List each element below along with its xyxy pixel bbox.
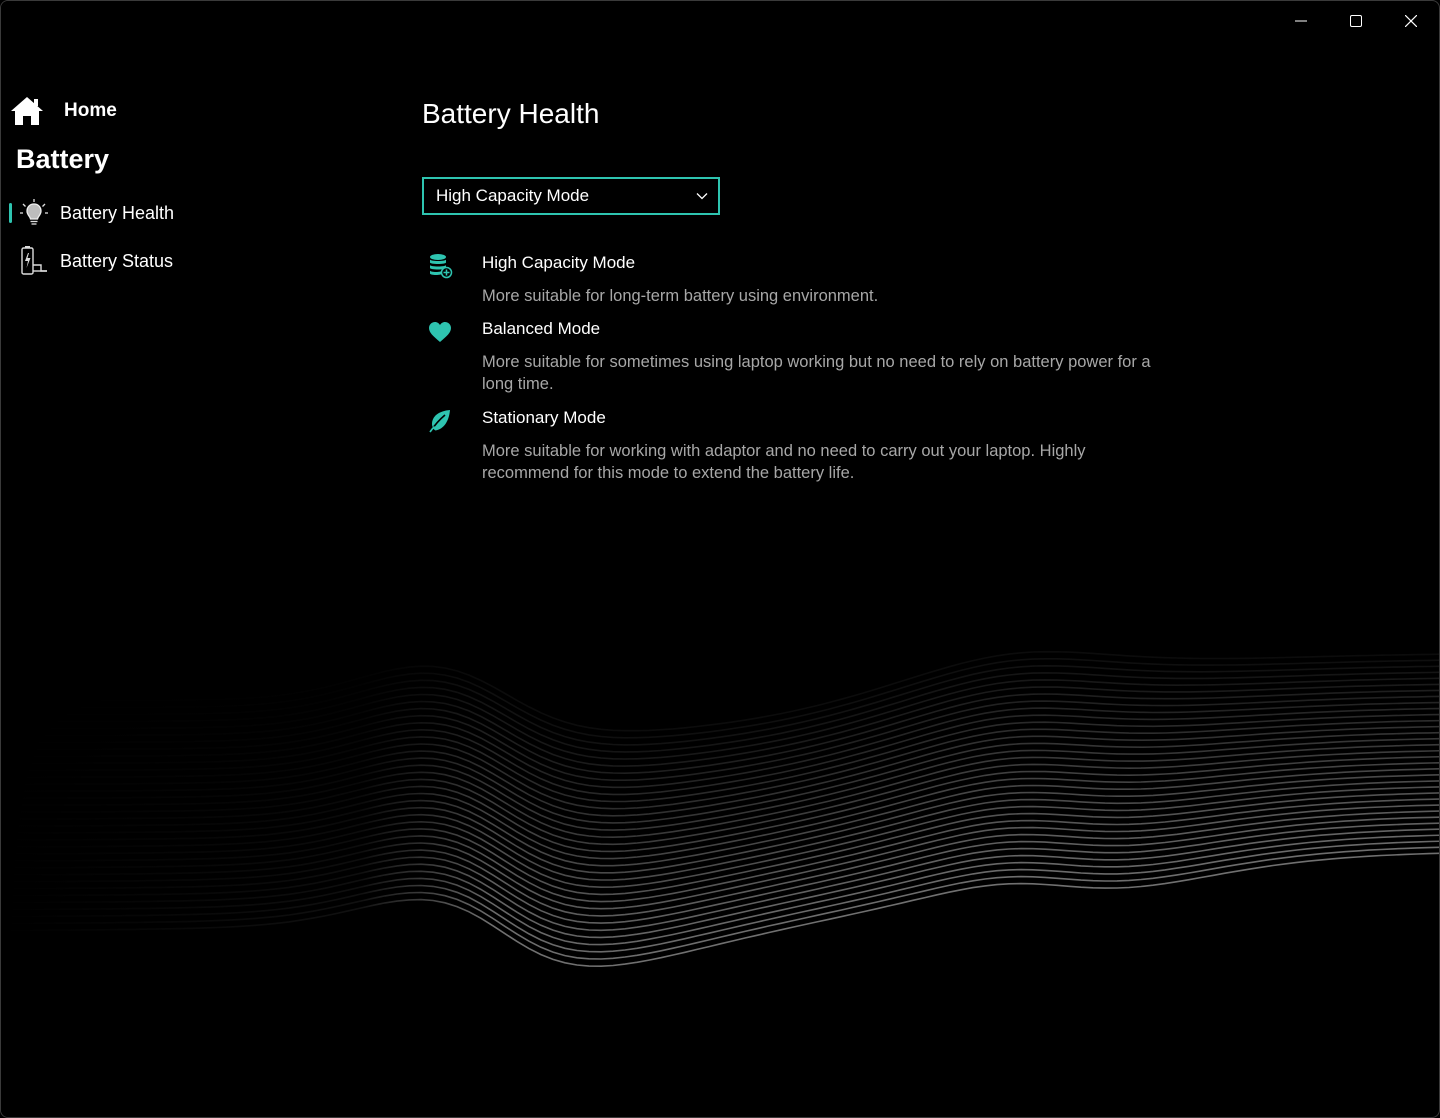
wave-line	[1, 749, 1439, 846]
wave-line	[1, 786, 1439, 889]
wave-line	[1, 768, 1439, 867]
wave-line	[1, 834, 1439, 946]
sidebar-item-label: Battery Health	[60, 202, 175, 223]
mode-description: More suitable for long-term battery usin…	[482, 287, 879, 305]
maximize-button[interactable]	[1329, 3, 1383, 39]
wave-line	[1, 671, 1439, 753]
home-icon	[11, 97, 43, 125]
wave-line	[1, 737, 1439, 831]
home-nav-button[interactable]: Home	[10, 94, 117, 128]
wave-line	[1, 683, 1439, 767]
wave-line	[1, 719, 1439, 810]
battery-stack-icon	[426, 252, 454, 280]
mode-description: More suitable for sometimes using laptop…	[482, 353, 1151, 393]
mode-select-dropdown[interactable]: High Capacity Mode	[422, 177, 720, 215]
wave-line	[1, 743, 1439, 839]
home-label: Home	[64, 100, 117, 121]
sidebar-item-label: Battery Status	[60, 250, 174, 271]
wave-line	[1, 792, 1439, 896]
sidebar-section-title: Battery	[16, 144, 110, 174]
page-title: Battery Health	[422, 98, 600, 129]
wave-line	[1, 664, 1439, 746]
wave-line	[1, 804, 1439, 910]
wave-line	[1, 840, 1439, 953]
wave-line	[1, 762, 1439, 860]
wave-line	[1, 658, 1439, 739]
wave-fade-overlay	[1, 1, 1439, 1117]
mode-title: Balanced Mode	[482, 319, 601, 338]
lightbulb-icon	[18, 197, 50, 229]
wave-line	[1, 755, 1439, 853]
wave-line	[1, 798, 1439, 903]
wave-line	[1, 650, 1439, 732]
minimize-icon	[1295, 20, 1307, 22]
wave-line	[1, 810, 1439, 917]
wave-line	[1, 731, 1439, 824]
sidebar-item-battery-status[interactable]: Battery Status	[9, 242, 369, 280]
wave-line	[1, 846, 1439, 960]
app-window: Home Battery Battery Health Battery Stat…	[0, 0, 1440, 1118]
mode-select-value: High Capacity Mode	[436, 186, 590, 205]
wave-line	[1, 701, 1439, 789]
maximize-icon	[1350, 15, 1362, 27]
wave-line	[1, 689, 1439, 775]
close-button[interactable]	[1384, 3, 1438, 39]
active-indicator	[9, 203, 12, 223]
wave-line	[1, 695, 1439, 781]
mode-description: More suitable for working with adaptor a…	[482, 442, 1086, 482]
close-icon	[1405, 15, 1417, 27]
wave-line	[1, 713, 1439, 803]
wave-line	[1, 852, 1439, 968]
wave-line	[1, 774, 1439, 874]
wave-line	[1, 822, 1439, 932]
battery-charging-icon	[18, 245, 50, 277]
chevron-down-icon	[696, 192, 708, 200]
heart-icon	[426, 318, 454, 346]
mode-title: Stationary Mode	[482, 408, 606, 427]
leaf-icon	[426, 407, 454, 435]
wave-line	[1, 707, 1439, 796]
wave-line	[1, 725, 1439, 817]
mode-title: High Capacity Mode	[482, 253, 636, 272]
sidebar-item-battery-health[interactable]: Battery Health	[9, 194, 369, 232]
wave-background	[1, 1, 1439, 1117]
wave-line	[1, 677, 1439, 760]
wave-line	[1, 816, 1439, 924]
wave-line	[1, 828, 1439, 939]
minimize-button[interactable]	[1274, 3, 1328, 39]
wave-line	[1, 780, 1439, 881]
